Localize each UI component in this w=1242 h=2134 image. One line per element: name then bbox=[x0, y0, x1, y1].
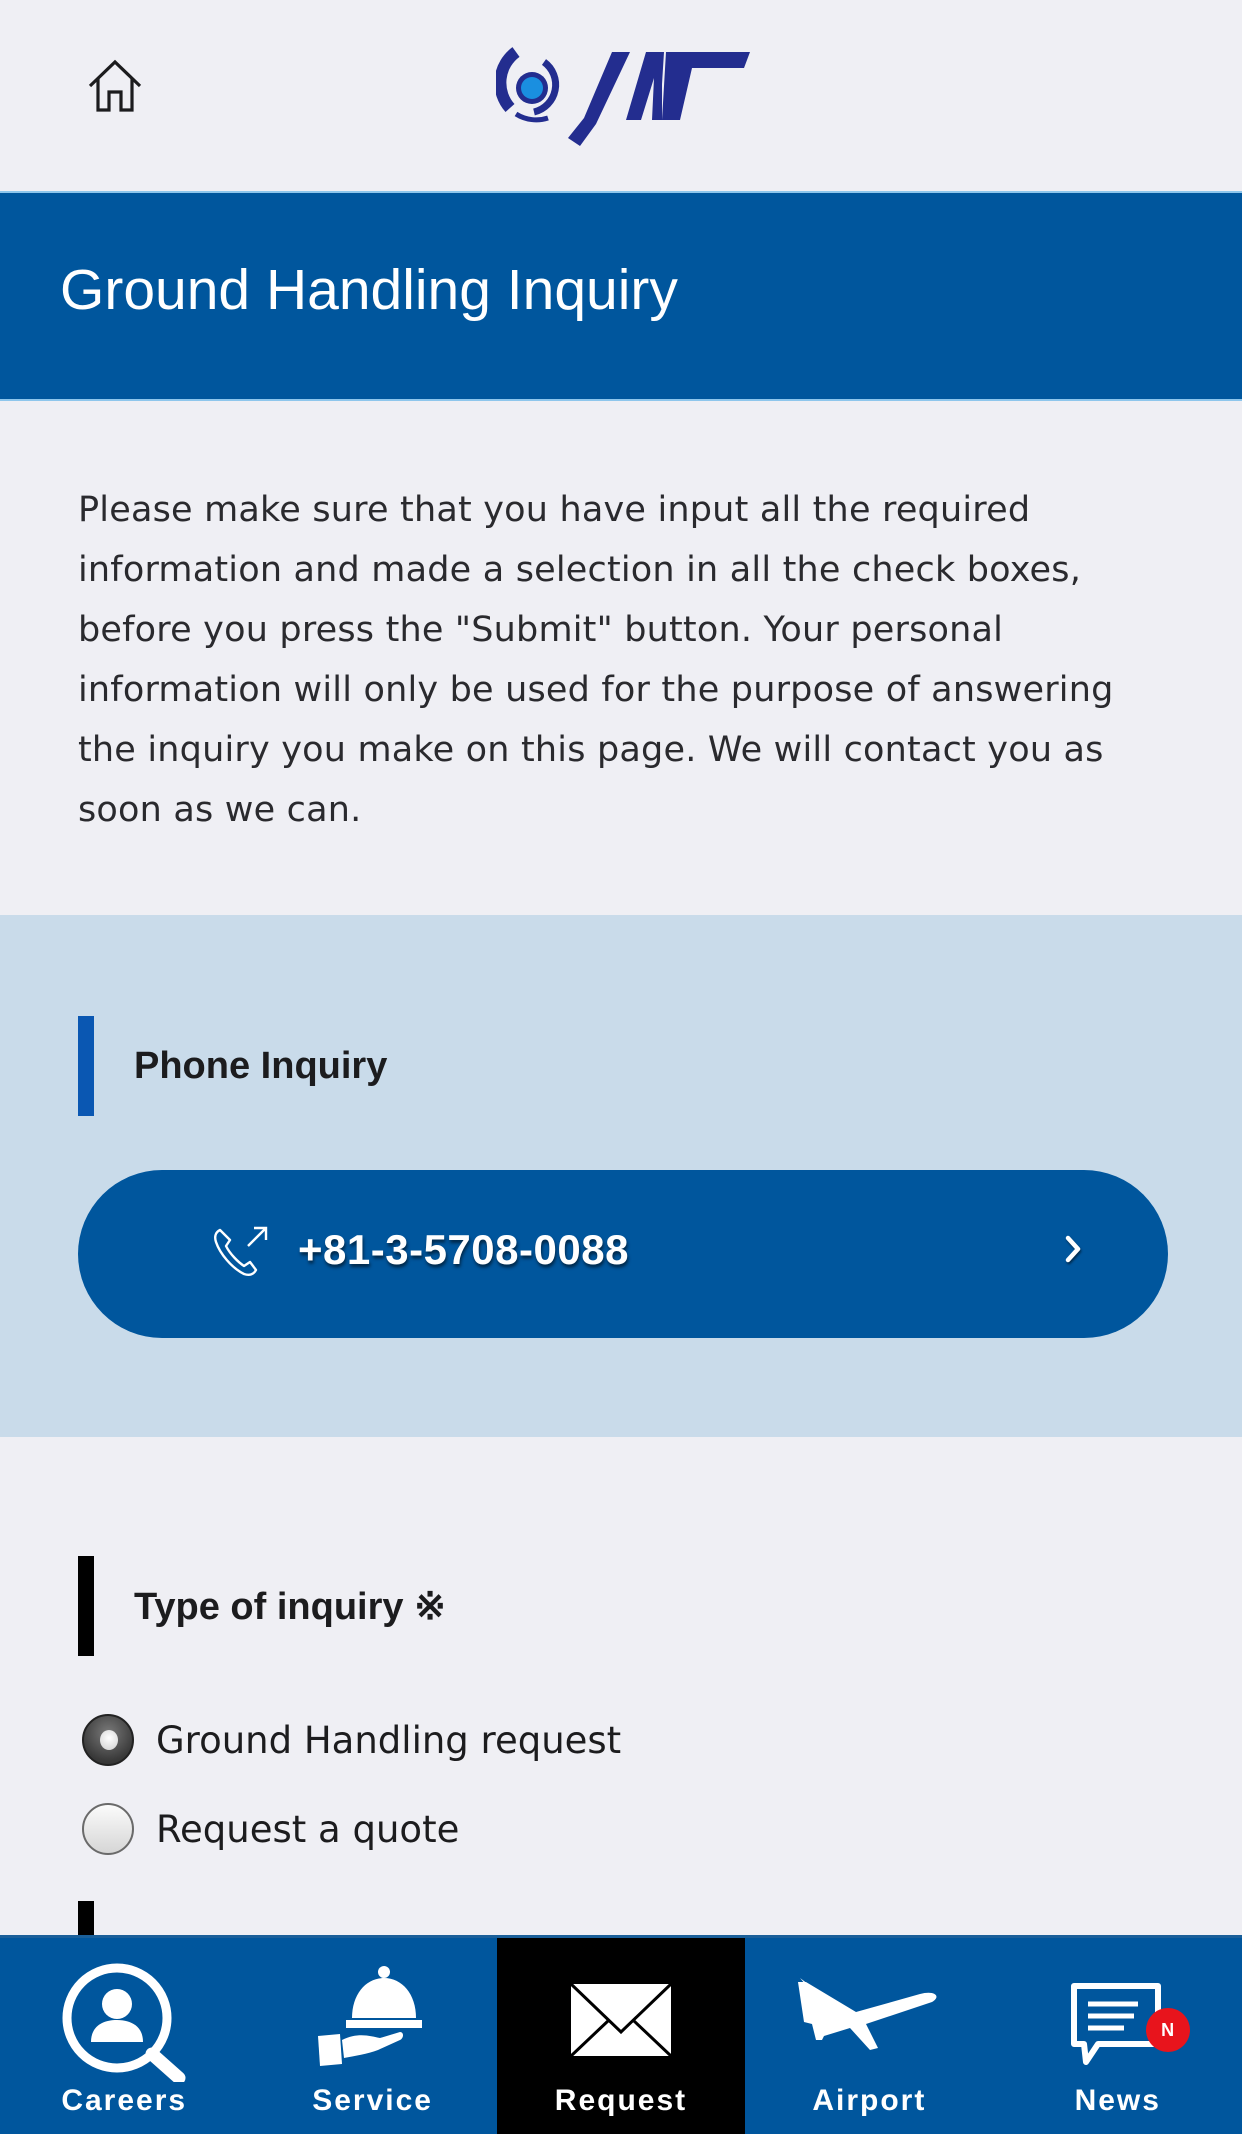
inquiry-type-title: Type of inquiry ※ bbox=[134, 1584, 446, 1629]
tab-label: Airport bbox=[812, 2084, 927, 2117]
airplane-icon bbox=[798, 1978, 937, 2050]
tab-careers[interactable]: Careers bbox=[0, 1938, 248, 2134]
chevron-right-icon bbox=[1065, 1235, 1081, 1263]
tab-service[interactable]: Service bbox=[248, 1938, 496, 2134]
tab-label: News bbox=[1074, 2084, 1161, 2117]
radio-button-selected[interactable] bbox=[82, 1714, 134, 1766]
search-person-icon bbox=[62, 1963, 186, 2082]
tab-news[interactable]: N News bbox=[994, 1938, 1242, 2134]
bottom-tab-bar: Careers Service Request Airport N News bbox=[0, 1935, 1242, 2134]
intro-text: Please make sure that you have input all… bbox=[78, 490, 1114, 830]
phone-inquiry-heading: Phone Inquiry bbox=[78, 1016, 387, 1116]
heading-accent-bar bbox=[78, 1016, 94, 1116]
required-mark: ※ bbox=[414, 1585, 446, 1628]
cloche-service-icon bbox=[317, 1966, 422, 2066]
radio-button-unselected[interactable] bbox=[82, 1803, 134, 1855]
call-phone-button[interactable]: +81-3-5708-0088 bbox=[78, 1170, 1168, 1338]
inquiry-type-heading: Type of inquiry ※ bbox=[78, 1556, 446, 1656]
jas-logo bbox=[496, 47, 750, 146]
radio-label: Ground Handling request bbox=[156, 1718, 622, 1762]
next-section-accent-bar bbox=[78, 1901, 94, 1937]
news-badge: N bbox=[1145, 2008, 1190, 2052]
tab-label: Careers bbox=[61, 2084, 188, 2117]
phone-outgoing-icon bbox=[214, 1226, 268, 1276]
tab-request[interactable]: Request bbox=[496, 1938, 746, 2134]
home-icon[interactable] bbox=[84, 56, 146, 118]
page-title-bar: Ground Handling Inquiry bbox=[0, 191, 1242, 401]
radio-option-ground-handling[interactable]: Ground Handling request bbox=[82, 1714, 621, 1766]
radio-option-request-quote[interactable]: Request a quote bbox=[82, 1803, 459, 1855]
inquiry-type-label: Type of inquiry bbox=[134, 1585, 404, 1628]
top-bar bbox=[0, 0, 1242, 191]
envelope-icon bbox=[569, 1982, 673, 2058]
tab-label: Request bbox=[554, 2084, 688, 2117]
tab-label: Service bbox=[312, 2084, 433, 2117]
phone-number: +81-3-5708-0088 bbox=[298, 1226, 629, 1273]
heading-accent-bar bbox=[78, 1556, 94, 1656]
phone-inquiry-section: Phone Inquiry +81-3-5708-0088 bbox=[0, 915, 1242, 1437]
page-title: Ground Handling Inquiry bbox=[60, 258, 678, 322]
phone-inquiry-title: Phone Inquiry bbox=[134, 1044, 388, 1087]
radio-label: Request a quote bbox=[156, 1807, 460, 1851]
tab-airport[interactable]: Airport bbox=[745, 1938, 993, 2134]
